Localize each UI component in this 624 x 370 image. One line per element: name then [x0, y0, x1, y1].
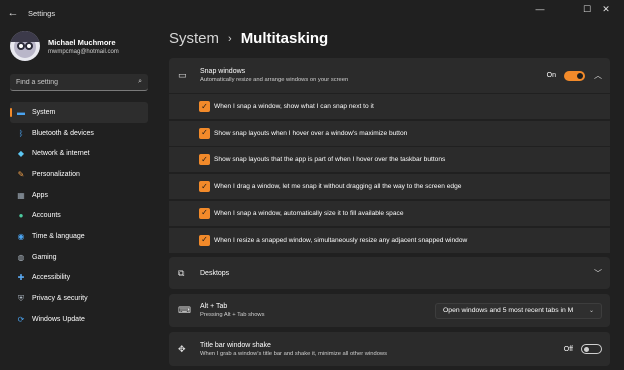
sidebar-item-label: Network & internet — [32, 150, 90, 158]
sidebar-item-label: Privacy & security — [32, 295, 88, 303]
shake-title: Title bar window shake — [200, 341, 271, 349]
wifi-icon: ◆ — [17, 149, 25, 159]
sidebar-item-time-language[interactable]: ◉ Time & language — [10, 226, 148, 247]
snap-option-row[interactable]: ✓ When I snap a window, automatically siz… — [169, 200, 610, 226]
accessibility-icon: ✚ — [17, 273, 25, 283]
chevron-up-icon[interactable]: ︿ — [594, 70, 602, 81]
snap-option-row[interactable]: ✓ Show snap layouts that the app is part … — [169, 147, 610, 173]
chevron-down-icon[interactable]: ﹀ — [594, 268, 602, 279]
sidebar-nav: ▬ System ᛒ Bluetooth & devices ◆ Network & in… — [10, 102, 148, 330]
brush-icon: ✎ — [17, 169, 25, 179]
bluetooth-icon: ᛒ — [18, 128, 24, 138]
close-button[interactable]: ✕ — [588, 0, 624, 18]
snap-option-checkbox[interactable]: ✓ — [199, 234, 210, 246]
user-profile[interactable]: Michael Muchmore mwmpcmag@hotmail.com — [10, 31, 119, 61]
sidebar-item-gaming[interactable]: ◍ Gaming — [10, 247, 148, 268]
search-box[interactable]: ⌕ — [10, 74, 148, 91]
user-name: Michael Muchmore — [48, 37, 116, 47]
globe-clock-icon: ◉ — [17, 231, 25, 241]
snap-option-label: When I snap a window, automatically size… — [214, 209, 404, 217]
snap-option-row[interactable]: ✓ When I drag a window, let me snap it wi… — [169, 174, 610, 200]
monitor-icon: ▬ — [17, 107, 25, 117]
snap-option-checkbox[interactable]: ✓ — [199, 181, 210, 193]
sidebar-item-network-internet[interactable]: ◆ Network & internet — [10, 143, 148, 164]
desktops-title: Desktops — [200, 269, 230, 277]
sidebar-item-label: Accessibility — [32, 274, 71, 282]
snap-option-checkbox[interactable]: ✓ — [199, 127, 210, 139]
sidebar-item-label: Windows Update — [32, 315, 85, 323]
minimize-button[interactable]: — — [522, 0, 558, 18]
snap-windows-title: Snap windows — [200, 68, 246, 75]
alt-tab-title: Alt + Tab — [200, 303, 228, 310]
shake-cursor-icon: ✥ — [178, 343, 186, 354]
alt-tab-subtitle: Pressing Alt + Tab shows — [200, 312, 265, 318]
sidebar-item-label: System — [32, 108, 56, 116]
snap-windows-toggle[interactable] — [564, 70, 585, 81]
avatar — [10, 31, 40, 61]
breadcrumb: System › Multitasking — [169, 30, 328, 47]
alt-tab-card: ⌨ Alt + Tab Pressing Alt + Tab shows Ope… — [169, 294, 610, 327]
sidebar-item-apps[interactable]: ▦ Apps — [10, 185, 148, 206]
update-icon: ⟳ — [17, 314, 25, 324]
snap-option-label: Show snap layouts when I hover over a wi… — [214, 129, 408, 137]
alt-tab-dropdown-value: Open windows and 5 most recent tabs in M — [443, 307, 574, 314]
gamepad-icon: ◍ — [17, 252, 25, 262]
app-title: Settings — [28, 8, 56, 18]
shake-toggle-label: Off — [563, 345, 573, 353]
sidebar-item-label: Time & language — [32, 232, 85, 240]
person-icon: ● — [18, 211, 24, 221]
snap-windows-subtitle: Automatically resize and arrange windows… — [200, 77, 349, 83]
sidebar-item-accessibility[interactable]: ✚ Accessibility — [10, 268, 148, 289]
snap-windows-card[interactable]: ▭ Snap windows Automatically resize and … — [169, 58, 610, 93]
snap-toggle-label: On — [546, 72, 556, 79]
snap-option-row[interactable]: ✓ Show snap layouts when I hover over a w… — [169, 120, 610, 146]
sidebar-item-personalization[interactable]: ✎ Personalization — [10, 164, 148, 185]
sidebar-item-windows-update[interactable]: ⟳ Windows Update — [10, 309, 148, 330]
snap-option-row[interactable]: ✓ When I resize a snapped window, simulta… — [169, 227, 610, 253]
snap-option-checkbox[interactable]: ✓ — [199, 207, 210, 219]
back-arrow-icon[interactable]: ← — [0, 0, 26, 26]
chevron-down-icon: ⌄ — [588, 308, 594, 314]
snap-option-label: When I resize a snapped window, simultan… — [214, 236, 468, 244]
user-email: mwmpcmag@hotmail.com — [48, 48, 119, 55]
sidebar-item-label: Gaming — [32, 253, 57, 261]
apps-icon: ▦ — [17, 190, 25, 200]
breadcrumb-parent[interactable]: System — [169, 30, 219, 47]
virtual-desktops-icon: ⧉ — [178, 267, 185, 278]
sidebar-item-label: Bluetooth & devices — [32, 129, 94, 137]
snap-option-label: Show snap layouts that the app is part o… — [214, 156, 446, 164]
sidebar-item-label: Accounts — [32, 212, 61, 220]
sidebar-item-privacy-security[interactable]: ⛨ Privacy & security — [10, 288, 148, 309]
search-icon[interactable]: ⌕ — [138, 78, 142, 86]
alt-tab-dropdown[interactable]: Open windows and 5 most recent tabs in M… — [435, 302, 602, 319]
snap-option-checkbox[interactable]: ✓ — [199, 154, 210, 166]
title-bar-shake-card: ✥ Title bar window shake When I grab a w… — [169, 332, 610, 366]
shield-icon: ⛨ — [18, 293, 24, 303]
search-input[interactable] — [16, 78, 139, 86]
title-bar-shake-toggle[interactable] — [581, 344, 602, 354]
sidebar-item-accounts[interactable]: ● Accounts — [10, 205, 148, 226]
sidebar: Michael Muchmore mwmpcmag@hotmail.com ⌕ … — [0, 26, 160, 370]
shake-subtitle: When I grab a window's title bar and sha… — [200, 350, 388, 357]
sidebar-item-bluetooth-devices[interactable]: ᛒ Bluetooth & devices — [10, 123, 148, 144]
snap-window-icon: ▭ — [178, 70, 187, 80]
sidebar-item-label: Personalization — [32, 170, 80, 178]
page-title: Multitasking — [240, 30, 329, 47]
keyboard-icon: ⌨ — [178, 305, 191, 315]
breadcrumb-separator-icon: › — [228, 32, 232, 45]
desktops-card[interactable]: ⧉ Desktops ﹀ — [169, 257, 610, 289]
snap-option-row[interactable]: ✓ When I snap a window, show what I can s… — [169, 94, 610, 119]
snap-option-checkbox[interactable]: ✓ — [199, 101, 210, 112]
snap-option-label: When I snap a window, show what I can sn… — [214, 103, 374, 110]
sidebar-item-label: Apps — [32, 191, 48, 199]
snap-option-label: When I drag a window, let me snap it wit… — [214, 183, 462, 191]
sidebar-item-system[interactable]: ▬ System — [10, 102, 148, 123]
